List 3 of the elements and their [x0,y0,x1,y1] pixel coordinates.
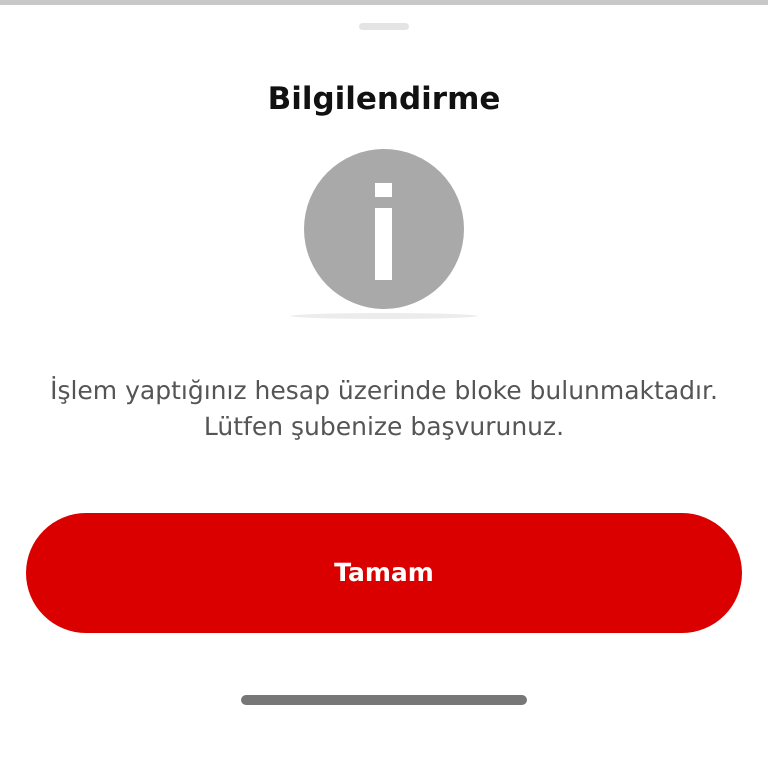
info-message: İşlem yaptığınız hesap üzerinde bloke bulunmaktadır. Lütfen şubenize başvurunuz. [49,374,719,442]
dialog-title: Bilgilendirme [268,80,500,119]
ok-button[interactable]: Tamam [26,512,742,632]
